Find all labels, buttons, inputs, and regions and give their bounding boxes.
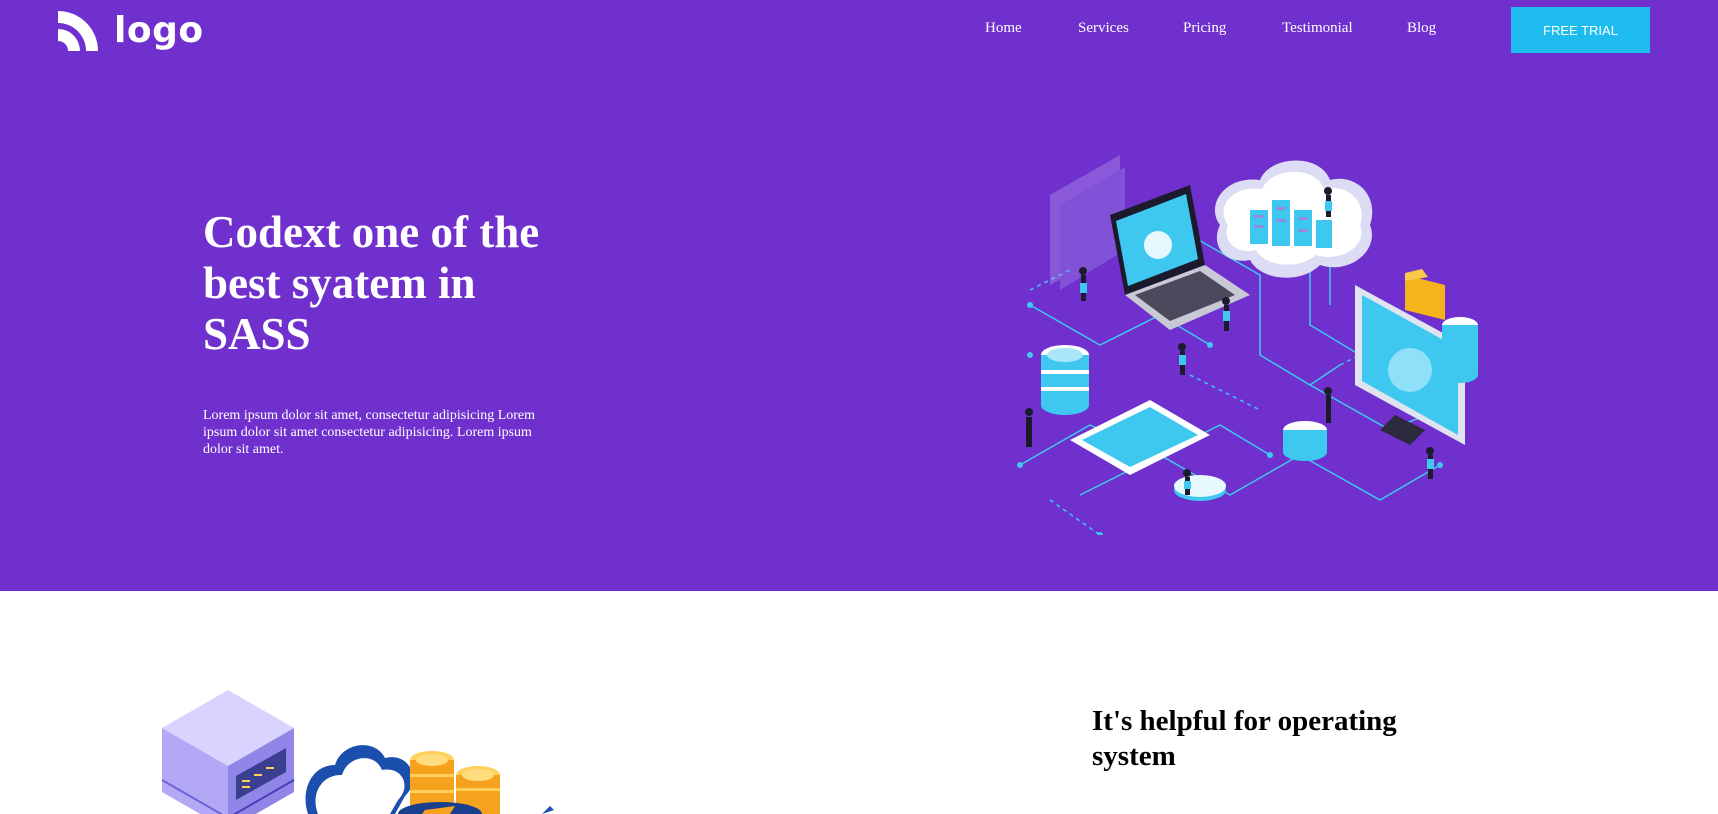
free-trial-button[interactable]: FREE TRIAL [1511, 7, 1650, 53]
hero-section: logo Home Services Pricing Testimonial B… [0, 0, 1718, 591]
main-nav: Home Services Pricing Testimonial Blog [0, 20, 1718, 42]
server-cloud-coins-illustration-icon [161, 690, 554, 814]
nav-pricing[interactable]: Pricing [1183, 20, 1226, 37]
cloud-network-illustration-icon [1017, 155, 1478, 535]
nav-testimonial[interactable]: Testimonial [1282, 20, 1353, 37]
section-title: It's helpful for operating system [1092, 705, 1397, 772]
hero-description: Lorem ipsum dolor sit amet, consectetur … [203, 408, 536, 457]
nav-services[interactable]: Services [1078, 20, 1129, 37]
hero-title: Codext one of the best syatem in SASS [203, 207, 540, 359]
nav-home[interactable]: Home [985, 20, 1022, 37]
nav-blog[interactable]: Blog [1407, 20, 1436, 37]
